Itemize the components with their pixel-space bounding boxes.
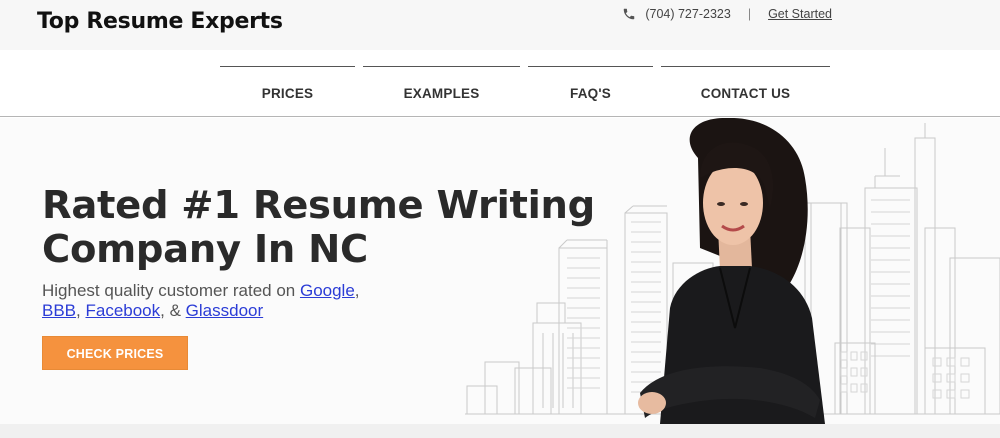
get-started-link[interactable]: Get Started bbox=[768, 7, 832, 21]
header-contact: (704) 727-2323 | Get Started bbox=[622, 7, 832, 21]
top-bar: Top Resume Experts (704) 727-2323 | Get … bbox=[0, 0, 1000, 50]
comma-text: , bbox=[354, 281, 360, 300]
subtext-prefix: Highest quality customer rated on bbox=[42, 281, 300, 300]
main-nav: PRICES EXAMPLES FAQ'S CONTACT US bbox=[0, 50, 1000, 117]
glassdoor-link[interactable]: Glassdoor bbox=[186, 301, 263, 320]
headline-line-2: Company In NC bbox=[42, 227, 368, 272]
and-text: , & bbox=[160, 301, 186, 320]
phone-number[interactable]: (704) 727-2323 bbox=[645, 7, 730, 21]
separator: | bbox=[747, 7, 752, 21]
headline-line-1: Rated #1 Resume Writing bbox=[42, 183, 595, 228]
hero-section: Rated #1 Resume Writing Company In NC Hi… bbox=[0, 118, 1000, 424]
professional-woman-photo bbox=[638, 118, 825, 424]
phone-icon bbox=[624, 8, 635, 20]
hero-subtext: Highest quality customer rated on Google… bbox=[42, 281, 360, 321]
bbb-link[interactable]: BBB bbox=[42, 301, 76, 320]
nav-item-prices[interactable]: PRICES bbox=[220, 66, 355, 106]
hero-headline: Rated #1 Resume Writing Company In NC bbox=[42, 184, 595, 272]
nav-item-contact-us[interactable]: CONTACT US bbox=[661, 66, 830, 106]
google-link[interactable]: Google bbox=[300, 281, 355, 300]
site-logo[interactable]: Top Resume Experts bbox=[37, 9, 283, 34]
hero-bottom-strip bbox=[0, 424, 1000, 438]
nav-item-examples[interactable]: EXAMPLES bbox=[363, 66, 520, 106]
facebook-link[interactable]: Facebook bbox=[85, 301, 160, 320]
nav-item-faqs[interactable]: FAQ'S bbox=[528, 66, 653, 106]
check-prices-button[interactable]: CHECK PRICES bbox=[42, 336, 188, 370]
